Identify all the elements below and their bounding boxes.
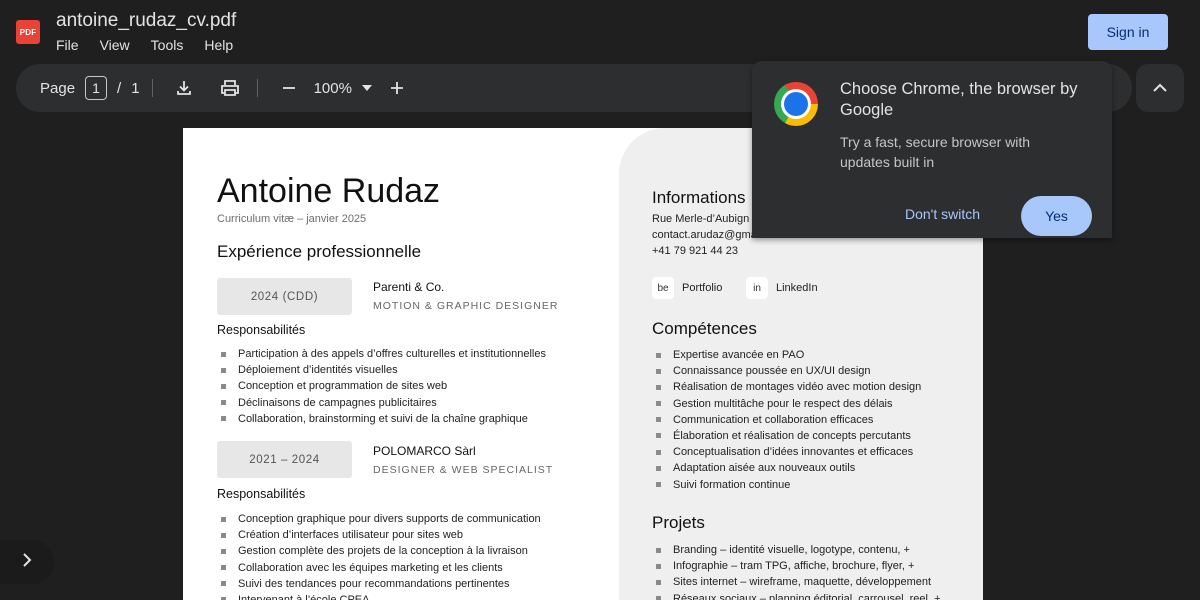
list-item: Suivi des tendances pour recommandations… — [217, 576, 541, 592]
skills-list: Expertise avancée en PAO Connaissance po… — [652, 347, 921, 493]
phone-line: +41 79 921 44 23 — [652, 245, 738, 257]
list-item: Réseaux sociaux – planning éditorial, ca… — [652, 591, 941, 600]
list-item: Adaptation aisée aux nouveaux outils — [652, 460, 921, 476]
file-name-title: antoine_rudaz_cv.pdf — [56, 10, 237, 31]
job-company: Parenti & Co. — [373, 280, 445, 294]
zoom-dropdown-icon[interactable] — [358, 75, 376, 101]
total-pages: 1 — [131, 79, 140, 97]
promo-title: Choose Chrome, the browser by Google — [840, 80, 1078, 119]
info-heading: Informations — [652, 188, 746, 207]
list-item: Conception et programmation de sites web — [217, 378, 546, 394]
job-company: POLOMARCO Sàrl — [373, 444, 476, 458]
job-responsibilities-list: Participation à des appels d’offres cult… — [217, 346, 546, 427]
skills-heading: Compétences — [652, 319, 757, 338]
menu-view[interactable]: View — [100, 37, 130, 53]
list-item: Infographie – tram TPG, affiche, brochur… — [652, 558, 941, 574]
list-item: Déploiement d’identités visuelles — [217, 362, 546, 378]
list-item: Suivi formation continue — [652, 477, 921, 493]
job-responsibilities-list: Conception graphique pour divers support… — [217, 511, 541, 600]
responsibilities-label: Responsabilités — [217, 487, 306, 501]
page-indicator: Page 1 / 1 — [40, 76, 140, 100]
projects-heading: Projets — [652, 513, 705, 532]
zoom-in-icon[interactable] — [384, 75, 410, 101]
list-item: Communication et collaboration efficaces — [652, 412, 921, 428]
list-item: Déclinaisons de campagnes publicitaires — [217, 395, 546, 411]
collapse-toolbar-button[interactable] — [1136, 64, 1184, 112]
list-item: Élaboration et réalisation de concepts p… — [652, 428, 921, 444]
job-role: MOTION & GRAPHIC DESIGNER — [373, 300, 559, 312]
dont-switch-button[interactable]: Don't switch — [905, 206, 980, 222]
menu-file[interactable]: File — [56, 37, 79, 53]
behance-icon: be — [652, 277, 674, 299]
page-number-input[interactable]: 1 — [85, 76, 108, 100]
cv-name: Antoine Rudaz — [217, 172, 441, 210]
print-icon[interactable] — [217, 75, 243, 101]
download-icon[interactable] — [171, 75, 197, 101]
linkedin-label: LinkedIn — [776, 282, 818, 294]
list-item: Réalisation de montages vidéo avec motio… — [652, 379, 921, 395]
chrome-logo-icon — [774, 82, 818, 126]
menu-bar: File View Tools Help — [56, 37, 233, 53]
list-item: Participation à des appels d’offres cult… — [217, 346, 546, 362]
pdf-file-icon: PDF — [16, 20, 40, 44]
job-date-chip: 2024 (CDD) — [217, 278, 352, 315]
chrome-promo-dialog: Choose Chrome, the browser by Google Try… — [752, 61, 1112, 238]
sidebar-expand-button[interactable] — [0, 540, 54, 584]
toolbar-divider — [256, 79, 258, 97]
linkedin-link[interactable]: in LinkedIn — [746, 277, 818, 299]
list-item: Collaboration, brainstorming et suivi de… — [217, 411, 546, 427]
address-line: Rue Merle-d’Aubign — [652, 213, 750, 225]
job-date-chip: 2021 – 2024 — [217, 441, 352, 478]
chevron-right-icon — [22, 552, 32, 572]
experience-heading: Expérience professionnelle — [217, 242, 422, 261]
projects-list: Branding – identité visuelle, logotype, … — [652, 542, 941, 600]
page-separator: / — [117, 79, 122, 97]
list-item: Gestion complète des projets de la conce… — [217, 543, 541, 559]
cv-subtitle: Curriculum vitæ – janvier 2025 — [217, 213, 367, 225]
linkedin-icon: in — [746, 277, 768, 299]
menu-help[interactable]: Help — [204, 37, 233, 53]
zoom-level[interactable]: 100% — [314, 80, 352, 97]
zoom-out-icon[interactable] — [276, 75, 302, 101]
list-item: Création d’interfaces utilisateur pour s… — [217, 527, 541, 543]
portfolio-link[interactable]: be Portfolio — [652, 277, 722, 299]
yes-button[interactable]: Yes — [1021, 196, 1092, 236]
list-item: Connaissance poussée en UX/UI design — [652, 363, 921, 379]
page-label: Page — [40, 79, 76, 97]
list-item: Expertise avancée en PAO — [652, 347, 921, 363]
portfolio-label: Portfolio — [682, 282, 723, 294]
chevron-up-icon — [1153, 79, 1167, 97]
list-item: Conception graphique pour divers support… — [217, 511, 541, 527]
promo-text: Try a fast, secure browser with updates … — [840, 134, 1031, 170]
job-role: DESIGNER & WEB SPECIALIST — [373, 464, 554, 476]
list-item: Gestion multitâche pour le respect des d… — [652, 396, 921, 412]
list-item: Collaboration avec les équipes marketing… — [217, 560, 541, 576]
responsibilities-label: Responsabilités — [217, 323, 306, 337]
list-item: Branding – identité visuelle, logotype, … — [652, 542, 941, 558]
list-item: Intervenant à l’école CPEA — [217, 592, 541, 600]
toolbar-divider — [151, 79, 153, 97]
sign-in-button[interactable]: Sign in — [1088, 14, 1168, 50]
menu-tools[interactable]: Tools — [151, 37, 184, 53]
list-item: Sites internet – wireframe, maquette, dé… — [652, 574, 941, 590]
list-item: Conceptualisation d’idées innovantes et … — [652, 444, 921, 460]
